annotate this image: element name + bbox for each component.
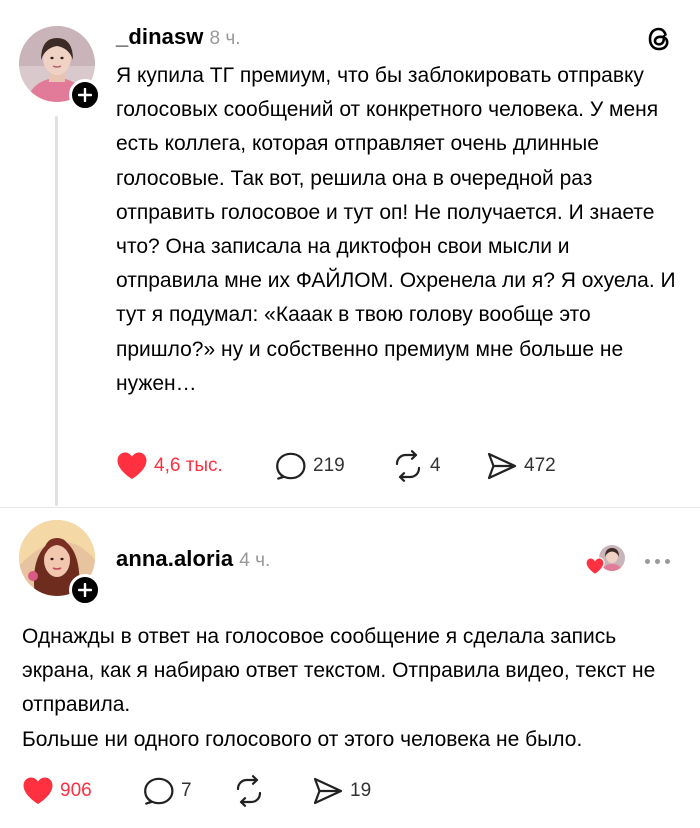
repost-icon <box>236 775 262 807</box>
thread-line <box>55 116 58 506</box>
heart-icon <box>117 452 147 479</box>
post-divider <box>0 507 700 508</box>
post-text: Я купила ТГ премиум, что бы заблокироват… <box>116 64 676 395</box>
username[interactable]: anna.aloria <box>116 546 233 572</box>
like-count: 4,6 тыс. <box>154 454 223 476</box>
follow-button[interactable] <box>69 574 101 606</box>
repost-button[interactable] <box>233 775 265 807</box>
share-count: 19 <box>350 780 372 801</box>
reply-button[interactable]: 219 <box>275 451 345 481</box>
share-button[interactable]: 472 <box>486 451 556 481</box>
like-count: 906 <box>60 779 92 801</box>
share-icon <box>313 777 343 805</box>
post-header: anna.aloria 4 ч. <box>116 546 270 572</box>
threads-logo-icon[interactable] <box>645 25 673 58</box>
post-text: Однажды в ответ на голосовое сообщение я… <box>22 625 656 717</box>
follow-button[interactable] <box>69 79 101 111</box>
heart-icon <box>23 777 53 804</box>
reply-count: 7 <box>181 780 192 801</box>
plus-icon <box>78 583 92 597</box>
author-liked-indicator <box>585 545 625 577</box>
reply-icon <box>276 452 306 480</box>
share-count: 472 <box>524 455 556 476</box>
share-icon <box>487 452 517 480</box>
heart-icon <box>585 557 605 575</box>
post-text-2: Больше ни одного голосового от этого чел… <box>22 728 583 751</box>
repost-button[interactable]: 4 <box>392 450 441 482</box>
reply-button[interactable]: 7 <box>143 776 192 806</box>
timestamp: 4 ч. <box>239 550 271 571</box>
like-button[interactable]: 4,6 тыс. <box>116 451 223 480</box>
timestamp: 8 ч. <box>209 28 241 49</box>
repost-icon <box>395 450 421 482</box>
repost-count: 4 <box>430 455 441 476</box>
post-header: _dinasw 8 ч. <box>116 24 241 50</box>
more-icon[interactable] <box>645 559 670 564</box>
reply-count: 219 <box>313 455 345 476</box>
share-button[interactable]: 19 <box>312 776 371 806</box>
username[interactable]: _dinasw <box>116 24 204 50</box>
reply-icon <box>144 777 174 805</box>
plus-icon <box>78 88 92 102</box>
like-button[interactable]: 906 <box>22 776 92 805</box>
